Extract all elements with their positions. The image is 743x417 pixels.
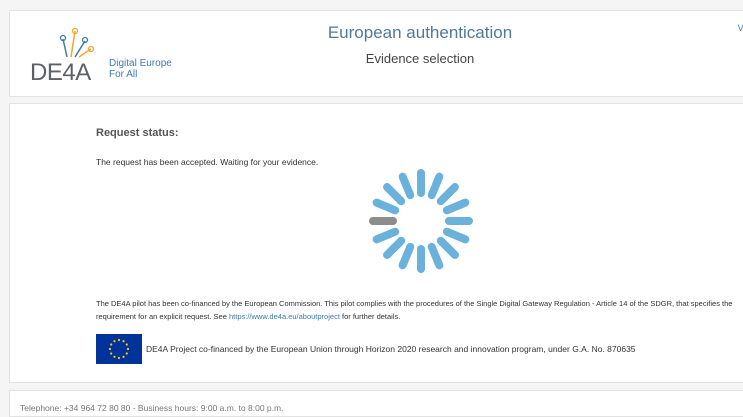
spinner-segment: [398, 242, 415, 270]
eu-star: [117, 338, 121, 342]
eu-star: [108, 347, 112, 351]
about-project-link[interactable]: https://www.de4a.eu/aboutproject: [229, 312, 340, 321]
spinner-segment: [372, 198, 400, 215]
legal-text-after: for further details.: [339, 312, 401, 321]
page-title: European authentication: [327, 23, 513, 42]
spinner-segment: [383, 183, 406, 206]
spinner-segment: [436, 183, 459, 206]
eu-star: [122, 340, 125, 343]
eu-stars-icon: [108, 338, 130, 360]
eu-star: [117, 356, 121, 360]
main-panel: Request status: The request has been acc…: [9, 103, 743, 383]
request-status-text: The request has been accepted. Waiting f…: [96, 157, 319, 167]
eu-star: [122, 355, 125, 358]
eu-star: [113, 340, 116, 343]
footer: Telephone: +34 964 72 80 80 - Business h…: [9, 390, 743, 417]
spinner-segment: [427, 242, 444, 270]
eu-star: [110, 343, 113, 346]
loading-spinner-icon: [369, 169, 473, 273]
spinner-segment: [398, 172, 415, 200]
logo-tagline-line2-text: For All: [109, 69, 138, 80]
eu-star: [110, 352, 113, 355]
header: DE4A Digital Europe For All European aut…: [9, 10, 743, 97]
spinner-segment: [427, 172, 444, 200]
eu-star: [125, 343, 128, 346]
footer-contact: Telephone: +34 964 72 80 80 - Business h…: [20, 403, 284, 413]
eu-star: [126, 347, 130, 351]
request-status-title: Request status:: [96, 127, 179, 139]
eu-star: [125, 352, 128, 355]
eu-funding-text: DE4A Project co-financed by the European…: [146, 344, 636, 354]
legal-notice: The DE4A pilot has been co-financed by t…: [96, 297, 743, 323]
spinner-segment: [442, 227, 470, 244]
eu-star: [113, 355, 116, 358]
logo-tagline-line2: For All: [109, 69, 172, 80]
spinner-segment: [442, 198, 470, 215]
spinner-segment: [436, 236, 459, 259]
language-link[interactable]: Va: [738, 23, 743, 33]
legal-text-before: The DE4A pilot has been co-financed by t…: [96, 299, 733, 321]
page-subtitle: Evidence selection: [365, 51, 475, 66]
eu-flag-icon: [96, 334, 142, 364]
spinner-segment: [372, 227, 400, 244]
spinner-segment: [383, 236, 406, 259]
